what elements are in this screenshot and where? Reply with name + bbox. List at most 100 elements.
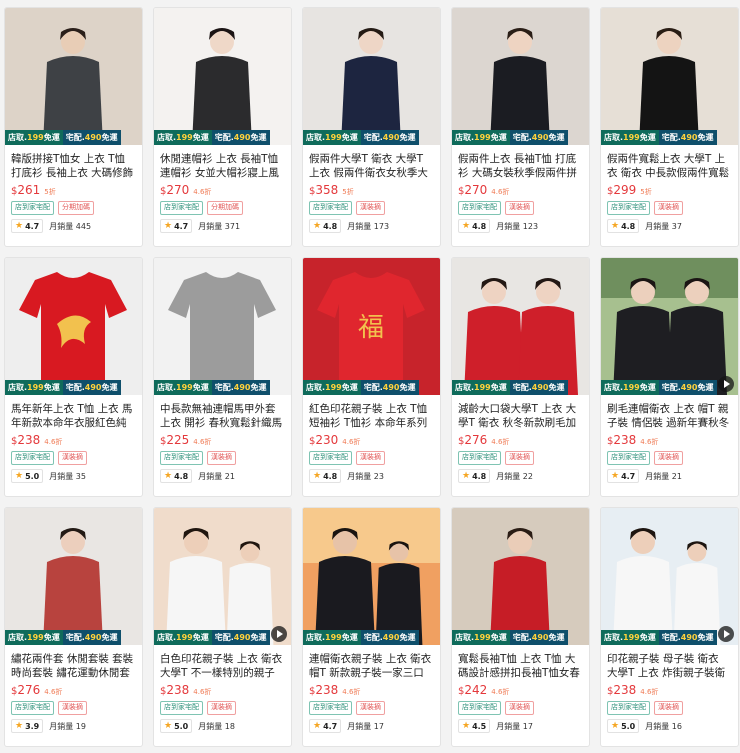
product-card[interactable]: 店取.199免運 宅配.490免運 寬鬆長袖T恤 上衣 T恤 大碼設計感拼扣長袖… [451, 507, 590, 747]
product-title[interactable]: 中長款無袖連帽馬甲外套 上衣 開衫 春秋寬鬆針織馬甲 [160, 402, 285, 430]
product-title[interactable]: 韓版拼接T恤女 上衣 T恤 打底衫 長袖上衣 大碼修飾 [11, 152, 136, 180]
product-price: $ 238 4.6折 [11, 433, 136, 447]
play-icon[interactable] [718, 626, 734, 642]
promo-tag: 漢裝摘 [58, 701, 87, 715]
shipping-badge: 店取.199免運 宅配.490免運 [5, 380, 121, 395]
home-delivery-badge: 宅配.490免運 [211, 630, 270, 645]
star-icon: ★ [611, 221, 620, 231]
svg-text:福: 福 [358, 313, 384, 343]
product-card[interactable]: 店取.199免運 宅配.490免運 假兩件大學T 衛衣 大學T 上衣 假兩件衛衣… [302, 7, 441, 247]
product-image[interactable]: 店取.199免運 宅配.490免運 [154, 8, 291, 145]
product-card[interactable]: 店取.199免運 宅配.490免運 減齡大口袋大學T 上衣 大學T 衛衣 秋冬新… [451, 257, 590, 497]
sales-count: 445 [75, 221, 92, 231]
rating-badge: ★ 5.0 [607, 719, 640, 733]
delivery-tag: 店到家宅配 [607, 201, 650, 215]
product-title[interactable]: 紅色印花親子裝 上衣 T恤 短袖衫 T恤衫 本命年系列親子 [309, 402, 434, 430]
product-title[interactable]: 繡花兩件套 休閒套裝 套裝 時尚套裝 繡花運動休閒套裝 [11, 652, 136, 680]
product-card[interactable]: 福 店取.199免運 宅配.490免運 紅色印花親子裝 上衣 T恤 短袖衫 T恤… [302, 257, 441, 497]
product-image[interactable]: 店取.199免運 宅配.490免運 [303, 8, 440, 145]
rating-value: 5.0 [25, 471, 40, 481]
rating-badge: ★ 4.5 [458, 719, 491, 733]
product-image[interactable]: 店取.199免運 宅配.490免運 [601, 8, 738, 145]
product-footer: ★ 4.8 月銷量 123 [458, 219, 583, 233]
discount-label: 4.6折 [640, 438, 659, 446]
shipping-badge: 店取.199免運 宅配.490免運 [154, 380, 270, 395]
star-icon: ★ [15, 721, 24, 731]
play-icon[interactable] [271, 626, 287, 642]
product-image[interactable]: 店取.199免運 宅配.490免運 [154, 258, 291, 395]
product-price: $ 238 4.6折 [160, 683, 285, 697]
product-title[interactable]: 馬年新年上衣 T恤 上衣 馬年新款本命年衣服紅色純棉 [11, 402, 136, 430]
product-card[interactable]: 店取.199免運 宅配.490免運 假兩件上衣 長袖T恤 打底衫 大碼女裝秋季假… [451, 7, 590, 247]
product-price: $ 238 4.6折 [607, 683, 732, 697]
promo-tag: 漢裝摘 [654, 701, 683, 715]
home-delivery-badge: 宅配.490免運 [509, 630, 568, 645]
product-image[interactable]: 店取.199免運 宅配.490免運 [601, 508, 738, 645]
product-card[interactable]: 店取.199免運 宅配.490免運 中長款無袖連帽馬甲外套 上衣 開衫 春秋寬鬆… [153, 257, 292, 497]
rating-badge: ★ 5.0 [11, 469, 44, 483]
shipping-badge: 店取.199免運 宅配.490免運 [452, 380, 568, 395]
sales-label: 月銷量 [49, 471, 74, 481]
product-card[interactable]: 店取.199免運 宅配.490免運 印花親子裝 母子裝 衛衣 大學T 上衣 炸街… [600, 507, 739, 747]
price-amount: 238 [613, 433, 637, 447]
delivery-tag: 店到家宅配 [11, 451, 54, 465]
product-footer: ★ 4.7 月銷量 445 [11, 219, 136, 233]
product-card[interactable]: 店取.199免運 宅配.490免運 韓版拼接T恤女 上衣 T恤 打底衫 長袖上衣… [4, 7, 143, 247]
store-pickup-badge: 店取.199免運 [601, 630, 659, 645]
product-footer: ★ 4.7 月銷量 17 [309, 719, 434, 733]
monthly-sales: 月銷量 22 [496, 471, 533, 482]
play-icon[interactable] [718, 376, 734, 392]
product-price: $ 230 4.6折 [309, 433, 434, 447]
star-icon: ★ [164, 221, 173, 231]
product-image[interactable]: 店取.199免運 宅配.490免運 [5, 508, 142, 645]
product-price: $ 242 4.6折 [458, 683, 583, 697]
product-title[interactable]: 寬鬆長袖T恤 上衣 T恤 大碼設計感拼扣長袖T恤女春秋 [458, 652, 583, 680]
product-image[interactable]: 福 店取.199免運 宅配.490免運 [303, 258, 440, 395]
monthly-sales: 月銷量 37 [645, 221, 682, 232]
product-photo [5, 8, 142, 145]
product-card[interactable]: 店取.199免運 宅配.490免運 連帽衛衣親子裝 上衣 衛衣 帽T 新款親子裝… [302, 507, 441, 747]
shipping-badge: 店取.199免運 宅配.490免運 [601, 630, 717, 645]
promo-tag: 漢裝摘 [207, 451, 236, 465]
product-title[interactable]: 刷毛連帽衛衣 上衣 帽T 親子裝 情侶裝 過新年賽秋冬款 [607, 402, 732, 430]
product-card[interactable]: 店取.199免運 宅配.490免運 繡花兩件套 休閒套裝 套裝 時尚套裝 繡花運… [4, 507, 143, 747]
product-card[interactable]: 店取.199免運 宅配.490免運 休閒連帽衫 上衣 長袖T恤 連帽衫 女並大帽… [153, 7, 292, 247]
product-card[interactable]: 店取.199免運 宅配.490免運 白色印花親子裝 上衣 衛衣 大學T 不一樣特… [153, 507, 292, 747]
promo-tag: 漢裝摘 [58, 451, 87, 465]
monthly-sales: 月銷量 35 [49, 471, 86, 482]
store-pickup-badge: 店取.199免運 [303, 630, 361, 645]
sales-label: 月銷量 [347, 721, 372, 731]
product-image[interactable]: 店取.199免運 宅配.490免運 [5, 258, 142, 395]
delivery-tag: 店到家宅配 [309, 701, 352, 715]
product-image[interactable]: 店取.199免運 宅配.490免運 [154, 508, 291, 645]
product-title[interactable]: 休閒連帽衫 上衣 長袖T恤 連帽衫 女並大帽衫寢上風格 [160, 152, 285, 180]
product-title[interactable]: 印花親子裝 母子裝 衛衣 大學T 上衣 炸街親子裝衛衣秋冬 [607, 652, 732, 680]
sales-count: 123 [522, 221, 539, 231]
delivery-tag: 店到家宅配 [458, 701, 501, 715]
home-delivery-badge: 宅配.490免運 [360, 130, 419, 145]
product-image[interactable]: 店取.199免運 宅配.490免運 [452, 258, 589, 395]
home-delivery-badge: 宅配.490免運 [509, 130, 568, 145]
product-title[interactable]: 假兩件寬鬆上衣 大學T 上衣 衛衣 中長款假兩件寬鬆衛衣 [607, 152, 732, 180]
product-card[interactable]: 店取.199免運 宅配.490免運 刷毛連帽衛衣 上衣 帽T 親子裝 情侶裝 過… [600, 257, 739, 497]
product-card[interactable]: 店取.199免運 宅配.490免運 假兩件寬鬆上衣 大學T 上衣 衛衣 中長款假… [600, 7, 739, 247]
product-photo [5, 508, 142, 645]
product-image[interactable]: 店取.199免運 宅配.490免運 [452, 8, 589, 145]
price-amount: 261 [17, 183, 41, 197]
discount-label: 5折 [640, 188, 652, 196]
product-title[interactable]: 白色印花親子裝 上衣 衛衣 大學T 不一樣特別的親子裝 [160, 652, 285, 680]
rating-badge: ★ 4.8 [309, 219, 342, 233]
product-image[interactable]: 店取.199免運 宅配.490免運 [601, 258, 738, 395]
product-image[interactable]: 店取.199免運 宅配.490免運 [303, 508, 440, 645]
product-price: $ 261 5折 [11, 183, 136, 197]
product-image[interactable]: 店取.199免運 宅配.490免運 [452, 508, 589, 645]
product-title[interactable]: 連帽衛衣親子裝 上衣 衛衣 帽T 新款親子裝一家三口秋冬 [309, 652, 434, 680]
product-title[interactable]: 假兩件大學T 衛衣 大學T 上衣 假兩件衛衣女秋季大碼長袖 [309, 152, 434, 180]
product-image[interactable]: 店取.199免運 宅配.490免運 [5, 8, 142, 145]
product-title[interactable]: 減齡大口袋大學T 上衣 大學T 衛衣 秋冬新款刷毛加厚衛衣 [458, 402, 583, 430]
product-title[interactable]: 假兩件上衣 長袖T恤 打底衫 大碼女裝秋季假兩件拼接上衣 [458, 152, 583, 180]
sales-count: 23 [373, 471, 384, 481]
product-card[interactable]: 店取.199免運 宅配.490免運 馬年新年上衣 T恤 上衣 馬年新款本命年衣服… [4, 257, 143, 497]
tag-list: 店到家宅配 漢裝摘 [607, 451, 732, 465]
product-price: $ 225 4.6折 [160, 433, 285, 447]
